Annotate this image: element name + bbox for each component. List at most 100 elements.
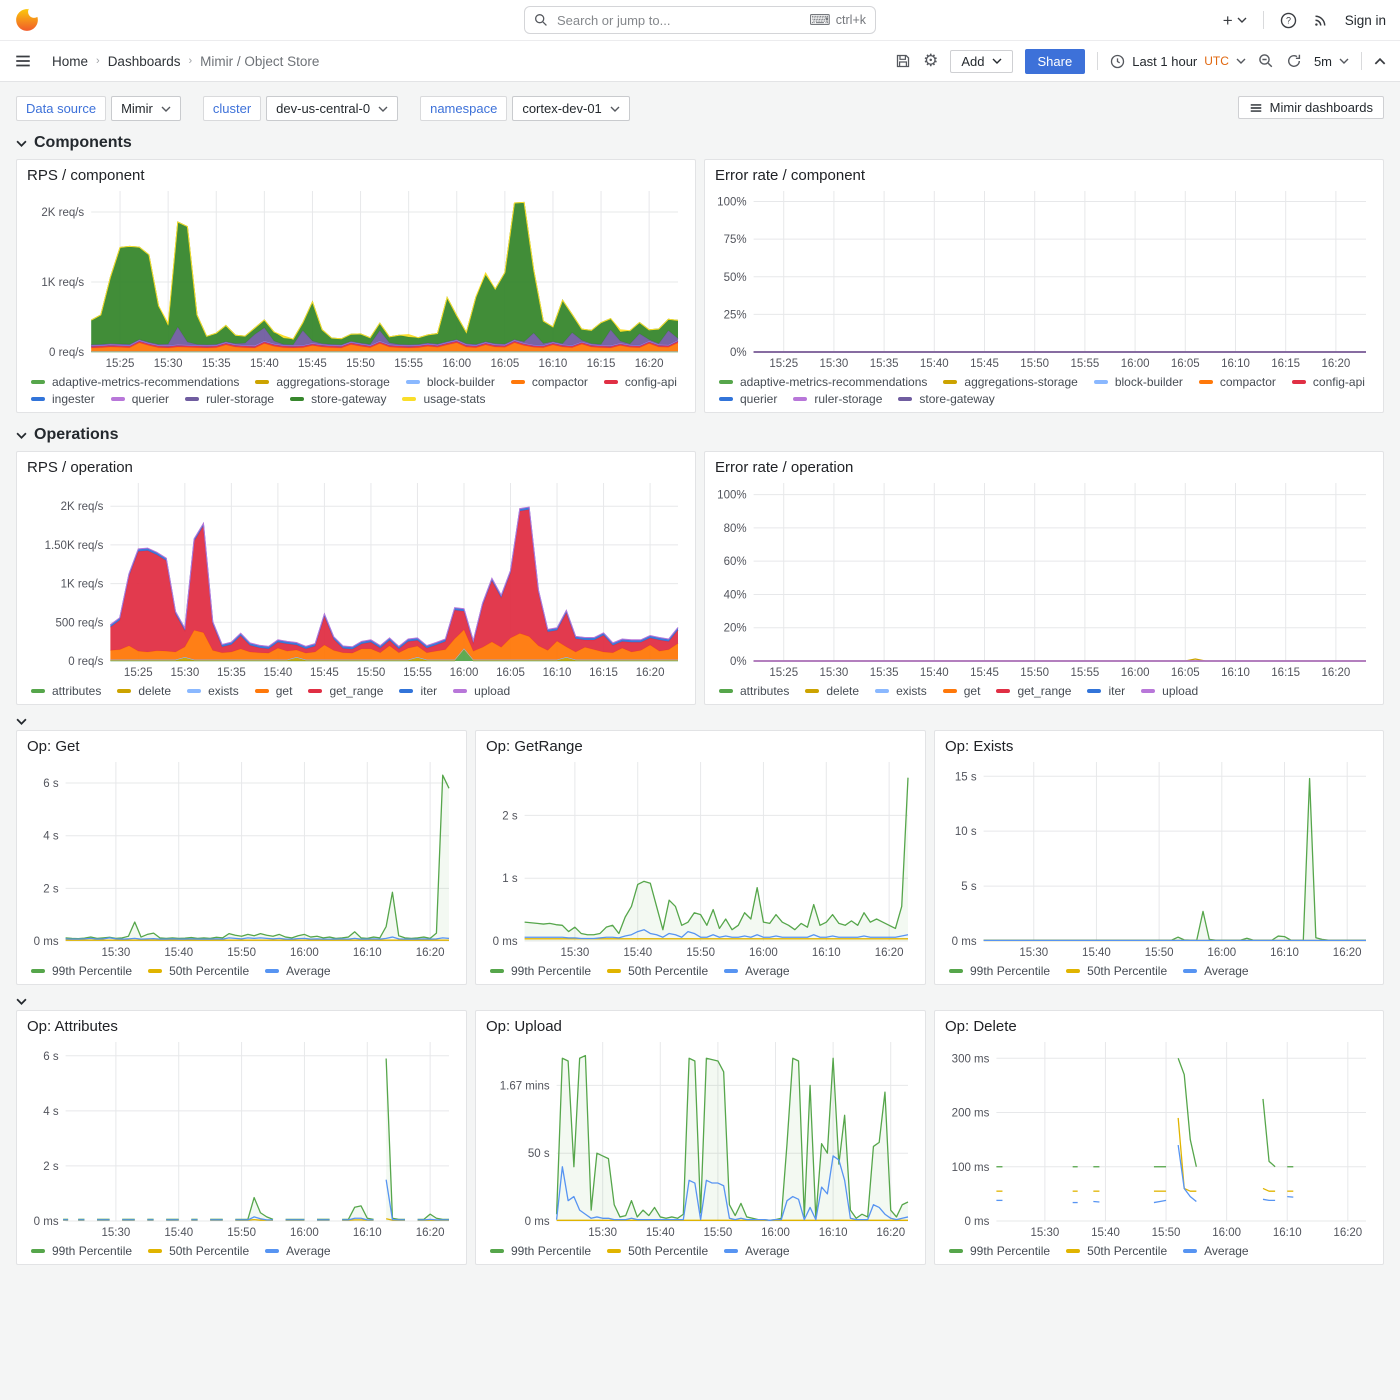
svg-text:15:55: 15:55 xyxy=(1071,667,1100,679)
news-icon[interactable] xyxy=(1313,12,1329,28)
chart-rps-operation[interactable]: 15:2515:3015:3515:4015:4515:5015:5516:00… xyxy=(27,477,685,682)
variable-cluster-value[interactable]: dev-us-central-0 xyxy=(266,96,398,121)
legend-item-aggregations-storage[interactable]: aggregations-storage xyxy=(943,375,1077,389)
legend-item-upload[interactable]: upload xyxy=(1141,684,1198,698)
mimir-dashboards-button[interactable]: Mimir dashboards xyxy=(1238,96,1384,119)
panel-op-getrange: Op: GetRange 15:3015:4015:5016:0016:1016… xyxy=(475,730,926,985)
legend-item-block-builder[interactable]: block-builder xyxy=(1094,375,1183,389)
variable-namespace-value[interactable]: cortex-dev-01 xyxy=(512,96,629,121)
legend-item-ruler-storage[interactable]: ruler-storage xyxy=(793,392,882,406)
chart-error-rate-component[interactable]: 15:2515:3015:3515:4015:4515:5015:5516:00… xyxy=(715,185,1373,373)
dashboard-settings-icon[interactable]: ⚙ xyxy=(923,51,938,71)
add-panel-button[interactable]: Add xyxy=(950,50,1012,73)
legend-item-iter[interactable]: iter xyxy=(1087,684,1125,698)
legend-item-get-range[interactable]: get_range xyxy=(308,684,383,698)
legend-item-attributes[interactable]: attributes xyxy=(719,684,789,698)
section-operations[interactable]: Operations xyxy=(16,426,1384,444)
legend-item-50th-percentile[interactable]: 50th Percentile xyxy=(1066,964,1167,978)
legend-item-50th-percentile[interactable]: 50th Percentile xyxy=(1066,1244,1167,1258)
legend-item-compactor[interactable]: compactor xyxy=(511,375,588,389)
legend-item-average[interactable]: Average xyxy=(1183,964,1248,978)
refresh-icon[interactable] xyxy=(1286,53,1302,69)
legend-label: aggregations-storage xyxy=(964,375,1077,389)
legend-swatch xyxy=(31,969,45,973)
collapse-header-icon[interactable] xyxy=(1374,58,1386,65)
legend-item-attributes[interactable]: attributes xyxy=(31,684,101,698)
svg-text:16:00: 16:00 xyxy=(1212,1227,1241,1239)
legend-item-99th-percentile[interactable]: 99th Percentile xyxy=(490,1244,591,1258)
legend-item-compactor[interactable]: compactor xyxy=(1199,375,1276,389)
chart-error-rate-operation[interactable]: 15:2515:3015:3515:4015:4515:5015:5516:00… xyxy=(715,477,1373,682)
legend-item-store-gateway[interactable]: store-gateway xyxy=(898,392,994,406)
legend-item-average[interactable]: Average xyxy=(724,964,789,978)
legend-item-99th-percentile[interactable]: 99th Percentile xyxy=(949,964,1050,978)
row-collapse-chevron[interactable] xyxy=(16,718,1384,725)
legend-item-block-builder[interactable]: block-builder xyxy=(406,375,495,389)
legend-item-iter[interactable]: iter xyxy=(399,684,437,698)
legend-item-delete[interactable]: delete xyxy=(805,684,859,698)
legend-item-50th-percentile[interactable]: 50th Percentile xyxy=(607,1244,708,1258)
chart-op-getrange[interactable]: 15:3015:4015:5016:0016:1016:200 ms1 s2 s xyxy=(486,756,915,962)
variable-cluster: cluster dev-us-central-0 xyxy=(203,96,398,121)
legend-item-99th-percentile[interactable]: 99th Percentile xyxy=(949,1244,1050,1258)
zoom-out-icon[interactable] xyxy=(1258,53,1274,69)
legend-item-store-gateway[interactable]: store-gateway xyxy=(290,392,386,406)
legend-item-50th-percentile[interactable]: 50th Percentile xyxy=(148,1244,249,1258)
share-button[interactable]: Share xyxy=(1025,49,1086,74)
legend-item-99th-percentile[interactable]: 99th Percentile xyxy=(31,964,132,978)
chart-op-attributes[interactable]: 15:3015:4015:5016:0016:1016:200 ms2 s4 s… xyxy=(27,1036,456,1242)
legend-item-99th-percentile[interactable]: 99th Percentile xyxy=(490,964,591,978)
save-dashboard-icon[interactable] xyxy=(895,53,911,69)
variable-namespace-label[interactable]: namespace xyxy=(420,96,507,121)
legend-item-ruler-storage[interactable]: ruler-storage xyxy=(185,392,274,406)
search-box[interactable]: ⌨ctrl+k xyxy=(524,6,876,34)
variable-cluster-label[interactable]: cluster xyxy=(203,96,261,121)
legend-item-50th-percentile[interactable]: 50th Percentile xyxy=(607,964,708,978)
help-icon[interactable]: ? xyxy=(1280,12,1297,29)
legend-item-average[interactable]: Average xyxy=(724,1244,789,1258)
legend-item-config-api[interactable]: config-api xyxy=(604,375,677,389)
legend-item-99th-percentile[interactable]: 99th Percentile xyxy=(31,1244,132,1258)
legend-item-aggregations-storage[interactable]: aggregations-storage xyxy=(255,375,389,389)
sign-in-link[interactable]: Sign in xyxy=(1345,13,1386,28)
svg-text:16:00: 16:00 xyxy=(290,1227,319,1239)
add-new-button[interactable]: + xyxy=(1223,12,1247,29)
legend-label: config-api xyxy=(1313,375,1365,389)
legend-item-upload[interactable]: upload xyxy=(453,684,510,698)
legend-item-querier[interactable]: querier xyxy=(111,392,169,406)
section-components[interactable]: Components xyxy=(16,134,1384,152)
variable-datasource-value[interactable]: Mimir xyxy=(111,96,181,121)
breadcrumb-dashboards[interactable]: Dashboards xyxy=(108,54,181,69)
chart-op-exists[interactable]: 15:3015:4015:5016:0016:1016:200 ms5 s10 … xyxy=(945,756,1373,962)
legend-item-delete[interactable]: delete xyxy=(117,684,171,698)
legend-item-average[interactable]: Average xyxy=(265,964,330,978)
row-collapse-chevron[interactable] xyxy=(16,998,1384,1005)
legend-item-usage-stats[interactable]: usage-stats xyxy=(402,392,485,406)
search-input[interactable] xyxy=(555,12,802,29)
breadcrumb-separator: › xyxy=(188,55,192,67)
legend-item-config-api[interactable]: config-api xyxy=(1292,375,1365,389)
legend-item-get[interactable]: get xyxy=(943,684,981,698)
legend-item-adaptive-metrics-recommendations[interactable]: adaptive-metrics-recommendations xyxy=(31,375,239,389)
legend-item-exists[interactable]: exists xyxy=(875,684,927,698)
variable-datasource-label[interactable]: Data source xyxy=(16,96,106,121)
legend-item-average[interactable]: Average xyxy=(265,1244,330,1258)
chart-op-delete[interactable]: 15:3015:4015:5016:0016:1016:200 ms100 ms… xyxy=(945,1036,1373,1242)
legend-item-get[interactable]: get xyxy=(255,684,293,698)
legend-item-get-range[interactable]: get_range xyxy=(996,684,1071,698)
time-range-picker[interactable]: Last 1 hour UTC xyxy=(1110,54,1246,69)
chart-op-get[interactable]: 15:3015:4015:5016:0016:1016:200 ms2 s4 s… xyxy=(27,756,456,962)
legend-item-exists[interactable]: exists xyxy=(187,684,239,698)
legend-item-average[interactable]: Average xyxy=(1183,1244,1248,1258)
menu-icon[interactable] xyxy=(14,52,32,70)
chart-rps-component[interactable]: 15:2515:3015:3515:4015:4515:5015:5516:00… xyxy=(27,185,685,373)
refresh-interval-picker[interactable]: 5m xyxy=(1314,54,1349,69)
legend-item-50th-percentile[interactable]: 50th Percentile xyxy=(148,964,249,978)
chart-op-upload[interactable]: 15:3015:4015:5016:0016:1016:200 ms50 s1.… xyxy=(486,1036,915,1242)
legend-item-adaptive-metrics-recommendations[interactable]: adaptive-metrics-recommendations xyxy=(719,375,927,389)
breadcrumb-home[interactable]: Home xyxy=(52,54,88,69)
svg-text:15:30: 15:30 xyxy=(154,358,183,370)
grafana-logo[interactable] xyxy=(14,7,40,33)
legend-item-ingester[interactable]: ingester xyxy=(31,392,95,406)
legend-item-querier[interactable]: querier xyxy=(719,392,777,406)
